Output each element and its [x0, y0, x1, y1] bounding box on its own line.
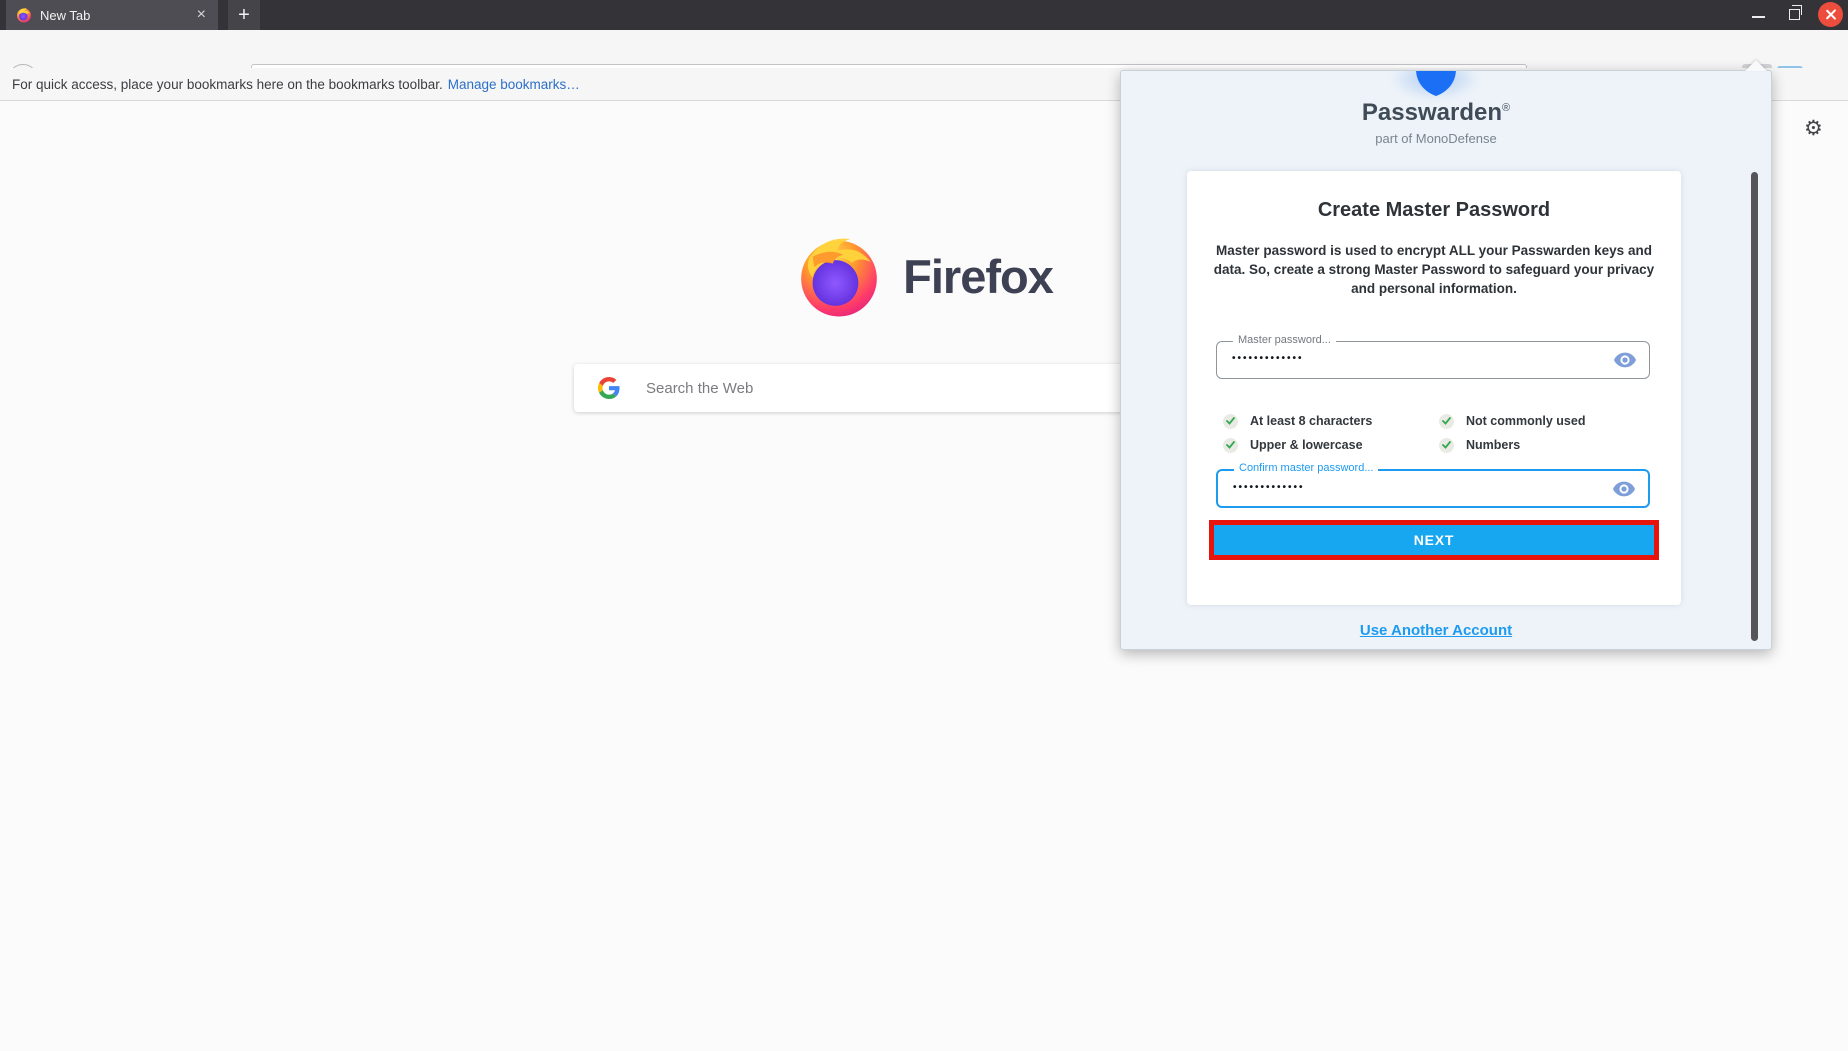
confirm-password-field[interactable]: Confirm master password... •••••••••••••	[1216, 469, 1650, 508]
popup-anchor-arrow	[1745, 60, 1767, 71]
passwarden-popup: Passwarden® part of MonoDefense Create M…	[1120, 70, 1772, 650]
firefox-logo-icon	[795, 232, 883, 320]
popup-brand: Passwarden®	[1121, 99, 1751, 127]
master-password-value: •••••••••••••	[1232, 353, 1304, 364]
window-minimize-button[interactable]	[1752, 16, 1765, 18]
registered-mark: ®	[1502, 102, 1510, 114]
popup-subbrand: part of MonoDefense	[1121, 131, 1751, 146]
firefox-wordmark: Firefox	[903, 249, 1053, 304]
check-icon	[1223, 414, 1238, 429]
tab-bar: New Tab × +	[0, 0, 1848, 30]
page-settings-gear-icon[interactable]: ⚙	[1804, 118, 1823, 139]
check-icon	[1439, 414, 1454, 429]
tab-new-tab[interactable]: New Tab ×	[6, 0, 218, 30]
firefox-favicon-icon	[16, 7, 32, 23]
card-description: Master password is used to encrypt ALL y…	[1212, 241, 1656, 298]
confirm-password-label: Confirm master password...	[1234, 462, 1378, 474]
password-rule: At least 8 characters	[1223, 412, 1372, 430]
popup-scrollbar[interactable]	[1751, 172, 1758, 641]
use-another-account: Use Another Account	[1121, 622, 1751, 640]
use-another-account-link[interactable]: Use Another Account	[1360, 622, 1512, 639]
master-password-label: Master password...	[1233, 334, 1336, 346]
confirm-password-value: •••••••••••••	[1233, 482, 1305, 493]
master-password-field[interactable]: Master password... •••••••••••••	[1216, 341, 1650, 379]
check-icon	[1439, 438, 1454, 453]
tab-close-button[interactable]: ×	[195, 7, 208, 23]
show-password-icon[interactable]	[1614, 353, 1636, 368]
tab-title: New Tab	[40, 8, 195, 23]
card-title: Create Master Password	[1187, 199, 1681, 222]
create-master-password-card: Create Master Password Master password i…	[1187, 171, 1681, 605]
browser-window: New Tab × + ← → ⟳ Search with Google or …	[0, 0, 1848, 1051]
password-rule: Upper & lowercase	[1223, 436, 1363, 454]
manage-bookmarks-link[interactable]: Manage bookmarks…	[448, 77, 580, 92]
password-rule: Not commonly used	[1439, 412, 1585, 430]
new-tab-button[interactable]: +	[228, 0, 260, 30]
window-restore-button[interactable]	[1789, 9, 1800, 20]
check-icon	[1223, 438, 1238, 453]
passwarden-logo-icon	[1413, 71, 1459, 97]
google-icon	[598, 377, 620, 399]
bookmarks-hint-text: For quick access, place your bookmarks h…	[12, 77, 443, 92]
show-password-icon[interactable]	[1613, 481, 1635, 496]
web-search-placeholder: Search the Web	[646, 380, 753, 397]
navigation-toolbar: ← → ⟳ Search with Google or enter addres…	[0, 30, 1848, 68]
window-close-button[interactable]	[1818, 2, 1843, 27]
password-rule: Numbers	[1439, 436, 1520, 454]
next-button-highlight: NEXT	[1209, 520, 1659, 560]
next-button[interactable]: NEXT	[1214, 525, 1654, 555]
